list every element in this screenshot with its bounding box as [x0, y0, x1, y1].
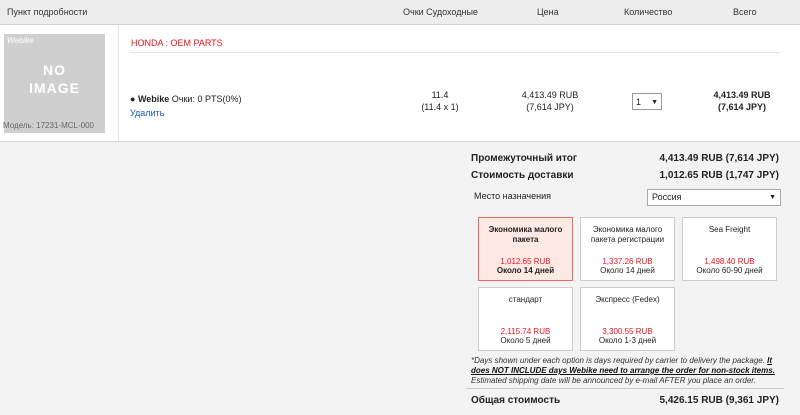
shipping-option-express-fedex[interactable]: Экспресс (Fedex) 3,300.55 RUB Около 1-3 … — [580, 287, 675, 351]
option-days: Около 14 дней — [496, 266, 555, 275]
note-text-2: Estimated shipping date will be announce… — [471, 376, 756, 385]
total-jpy: (7,614 JPY) — [717, 102, 767, 112]
product-image-cell: Webike NO IMAGE Модель: 17231-MCL-000 — [0, 25, 119, 141]
destination-select[interactable]: Россия ▼ — [647, 189, 781, 206]
header-points: Очки Судоходные — [403, 7, 478, 17]
subtotal-value: 4,413.49 RUB (7,614 JPY) — [659, 153, 779, 164]
cart-item-row: Webike NO IMAGE Модель: 17231-MCL-000 HO… — [0, 25, 800, 142]
option-price: 1,012.65 RUB — [500, 257, 551, 266]
option-name: стандарт — [508, 295, 543, 304]
shipping-points-calc: (11.4 x 1) — [421, 102, 459, 112]
option-days: Около 14 дней — [600, 266, 655, 275]
option-name: Sea Freight — [708, 225, 751, 234]
quantity-value: 1 — [636, 97, 642, 107]
points-brand: Webike — [137, 94, 170, 104]
option-days: Около 60-90 дней — [696, 266, 763, 275]
total-rub: 4,413.49 RUB — [713, 90, 771, 100]
model-number: Модель: 17231-MCL-000 — [3, 121, 94, 130]
divider — [130, 52, 780, 53]
cart-table-header: Пункт подробности Очки Судоходные Цена К… — [0, 0, 800, 25]
shipping-note: *Days shown under each option is days re… — [471, 356, 783, 386]
price-rub: 4,413.49 RUB — [521, 90, 579, 100]
option-days: Около 5 дней — [500, 336, 551, 345]
shipping-points-value: 11.4 — [431, 90, 449, 100]
divider — [466, 388, 784, 389]
option-name: Экономика малого пакета — [488, 225, 563, 244]
chevron-down-icon: ▼ — [769, 194, 776, 201]
option-price: 2,115.74 RUB — [500, 327, 551, 336]
header-total: Всего — [733, 7, 757, 17]
no-image-text-2: IMAGE — [29, 80, 80, 96]
cart-page: Пункт подробности Очки Судоходные Цена К… — [0, 0, 800, 415]
image-watermark: Webike — [7, 36, 34, 45]
shipping-option-economy-registered[interactable]: Экономика малого пакета регистрации 1,33… — [580, 217, 675, 281]
webike-points: ● Webike Очки: 0 PTS(0%) — [130, 94, 241, 104]
header-quantity: Количество — [624, 7, 673, 17]
shipping-option-sea-freight[interactable]: Sea Freight 1,498.40 RUB Около 60-90 дне… — [682, 217, 777, 281]
option-price: 3,300.55 RUB — [602, 327, 653, 336]
points-text: Очки: 0 PTS(0%) — [169, 94, 242, 104]
grand-total-label: Общая стоимость — [471, 395, 561, 406]
order-summary: Промежуточный итог 4,413.49 RUB (7,614 J… — [0, 142, 800, 415]
destination-label: Место назначения — [474, 191, 551, 201]
shipping-option-economy-small[interactable]: Экономика малого пакета 1,012.65 RUB Око… — [478, 217, 573, 281]
destination-value: Россия — [652, 192, 682, 202]
option-days: Около 1-3 дней — [598, 336, 657, 345]
no-image-text: NO — [43, 62, 66, 78]
chevron-down-icon: ▼ — [651, 99, 658, 106]
shipping-option-standard[interactable]: стандарт 2,115.74 RUB Около 5 дней — [478, 287, 573, 351]
subtotal-label: Промежуточный итог — [471, 153, 577, 164]
no-image-placeholder[interactable]: Webike NO IMAGE — [4, 34, 105, 133]
delete-link[interactable]: Удалить — [130, 108, 164, 118]
option-price: 1,337.26 RUB — [602, 257, 653, 266]
shipping-value: 1,012.65 RUB (1,747 JPY) — [659, 170, 779, 181]
bullet-icon: ● — [130, 94, 138, 104]
option-name: Экспресс (Fedex) — [595, 295, 660, 304]
option-price: 1,498.40 RUB — [704, 257, 755, 266]
header-item: Пункт подробности — [7, 7, 88, 17]
quantity-select[interactable]: 1 ▼ — [632, 93, 662, 110]
grand-total-value: 5,426.15 RUB (9,361 JPY) — [659, 395, 779, 406]
shipping-label: Стоимость доставки — [471, 170, 574, 181]
note-text: *Days shown under each option is days re… — [471, 356, 768, 365]
price-jpy: (7,614 JPY) — [526, 102, 574, 112]
brand-link[interactable]: HONDA : OEM PARTS — [131, 38, 223, 48]
option-name: Экономика малого пакета регистрации — [590, 225, 665, 244]
header-price: Цена — [537, 7, 559, 17]
